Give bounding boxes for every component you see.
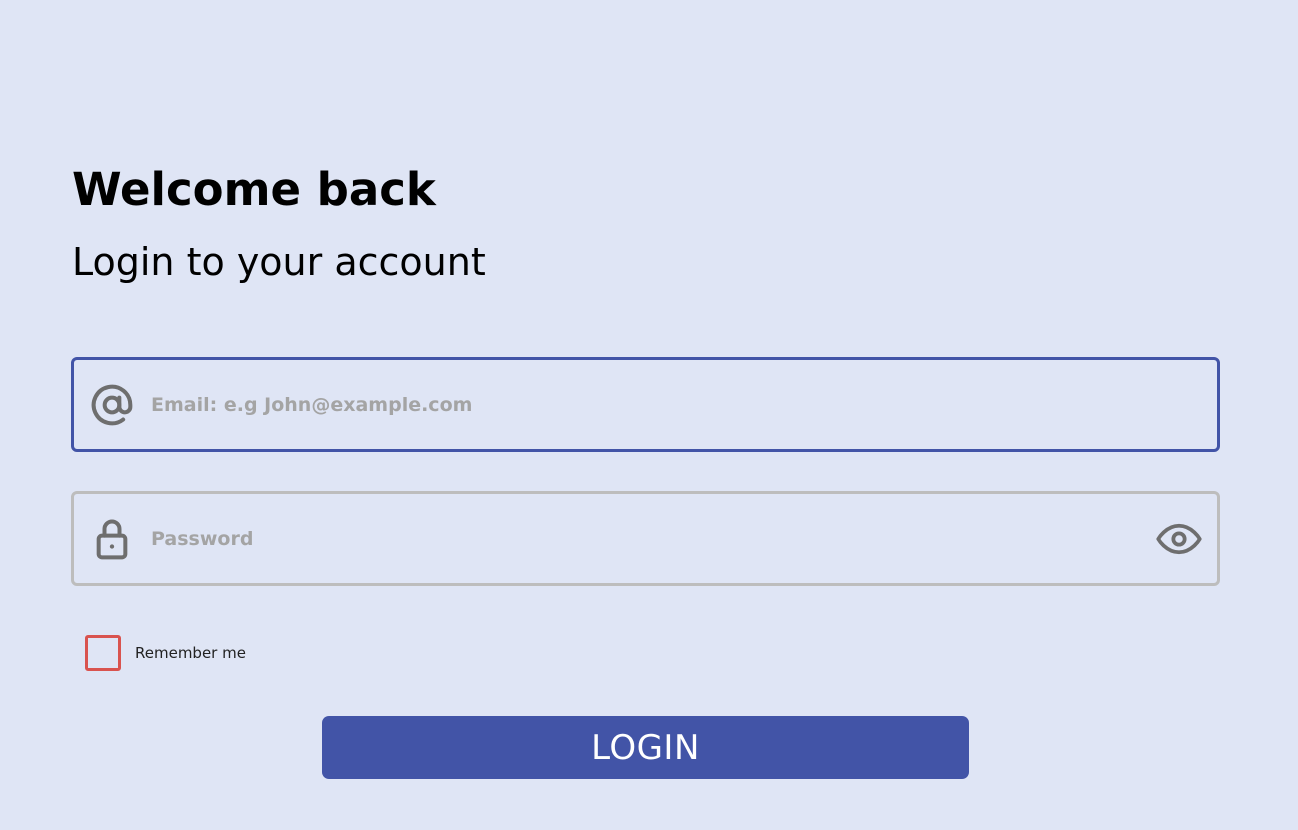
email-field[interactable]	[71, 357, 1220, 452]
password-field[interactable]	[71, 491, 1220, 586]
email-input[interactable]	[151, 384, 1137, 425]
eye-icon[interactable]	[1155, 519, 1203, 559]
password-input[interactable]	[151, 518, 1137, 559]
remember-me-checkbox[interactable]	[85, 635, 121, 671]
lock-icon	[90, 517, 134, 561]
page-subtitle: Login to your account	[72, 240, 486, 284]
page-title: Welcome back	[72, 163, 436, 216]
remember-me-label: Remember me	[135, 644, 246, 662]
login-button[interactable]: LOGIN	[322, 716, 969, 779]
remember-me[interactable]: Remember me	[85, 635, 246, 671]
at-sign-icon	[90, 383, 134, 427]
